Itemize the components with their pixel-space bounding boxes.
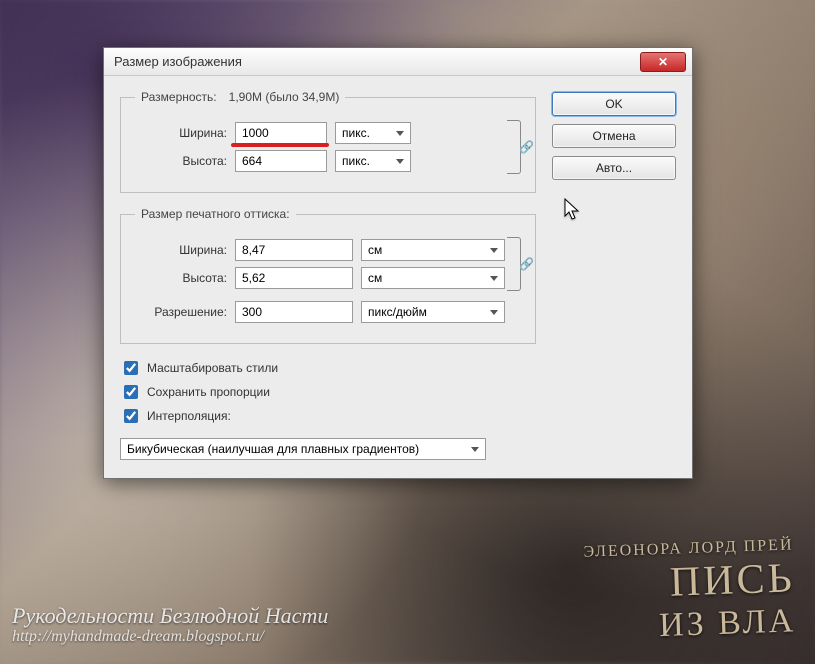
scale-styles-checkbox[interactable] <box>124 361 138 375</box>
print-dimensions-legend: Размер печатного оттиска: <box>135 207 296 221</box>
constrain-link-bracket: 🔗 <box>507 120 521 174</box>
print-height-label: Высота: <box>135 271 227 285</box>
auto-button[interactable]: Авто... <box>552 156 676 180</box>
pixel-width-unit-select[interactable]: пикс. <box>335 122 411 144</box>
pixel-dimensions-legend: Размерность: 1,90M (было 34,9M) <box>135 90 345 104</box>
print-height-unit-select[interactable]: см <box>361 267 505 289</box>
dialog-title: Размер изображения <box>114 54 242 69</box>
resolution-label: Разрешение: <box>135 305 227 319</box>
print-dimensions-group: Размер печатного оттиска: Ширина: см <box>120 207 536 344</box>
interpolation-method-select[interactable]: Бикубическая (наилучшая для плавных град… <box>120 438 486 460</box>
constrain-proportions-label: Сохранить пропорции <box>147 385 270 399</box>
background-book-text: ЭЛЕОНОРА ЛОРД ПРЕЙ ПИСЬ ИЗ ВЛА <box>583 536 797 647</box>
print-width-unit-select[interactable]: см <box>361 239 505 261</box>
print-constrain-link-bracket: 🔗 <box>507 237 521 291</box>
scale-styles-label: Масштабировать стили <box>147 361 278 375</box>
annotation-red-underline <box>235 122 327 144</box>
resolution-input[interactable] <box>235 301 353 323</box>
image-size-dialog: Размер изображения ✕ Размерность: 1,90M … <box>103 47 693 479</box>
chain-icon[interactable]: 🔗 <box>519 140 534 154</box>
close-button[interactable]: ✕ <box>640 52 686 72</box>
chain-icon[interactable]: 🔗 <box>519 257 534 271</box>
chevron-down-icon <box>490 310 498 315</box>
pixel-width-input[interactable] <box>235 122 327 144</box>
print-width-input[interactable] <box>235 239 353 261</box>
chevron-down-icon <box>490 248 498 253</box>
resolution-unit-select[interactable]: пикс/дюйм <box>361 301 505 323</box>
interpolation-label: Интерполяция: <box>147 409 231 423</box>
chevron-down-icon <box>396 131 404 136</box>
width-label: Ширина: <box>135 126 227 140</box>
watermark: Рукодельности Безлюдной Насти http://myh… <box>12 604 328 646</box>
chevron-down-icon <box>396 159 404 164</box>
print-width-label: Ширина: <box>135 243 227 257</box>
titlebar: Размер изображения ✕ <box>104 48 692 76</box>
chevron-down-icon <box>490 276 498 281</box>
height-label: Высота: <box>135 154 227 168</box>
pixel-height-unit-select[interactable]: пикс. <box>335 150 411 172</box>
interpolation-checkbox[interactable] <box>124 409 138 423</box>
close-icon: ✕ <box>658 55 668 69</box>
pixel-height-input[interactable] <box>235 150 327 172</box>
ok-button[interactable]: OK <box>552 92 676 116</box>
cancel-button[interactable]: Отмена <box>552 124 676 148</box>
print-height-input[interactable] <box>235 267 353 289</box>
chevron-down-icon <box>471 447 479 452</box>
constrain-proportions-checkbox[interactable] <box>124 385 138 399</box>
pixel-dimensions-group: Размерность: 1,90M (было 34,9M) Ширина: … <box>120 90 536 193</box>
